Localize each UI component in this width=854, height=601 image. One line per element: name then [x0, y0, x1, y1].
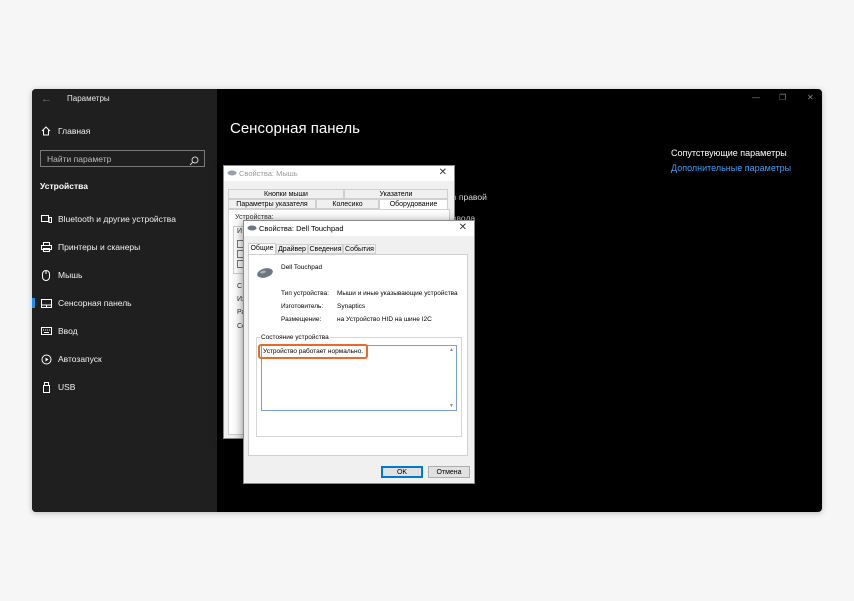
additional-settings-link[interactable]: Дополнительные параметры: [671, 163, 791, 173]
sidebar-item-label: Сенсорная панель: [58, 298, 132, 308]
tab-events[interactable]: События: [343, 244, 376, 254]
tab-pointer-options[interactable]: Параметры указателя: [228, 199, 316, 209]
sidebar-item-typing[interactable]: Ввод: [32, 320, 217, 342]
search-icon: [189, 153, 199, 171]
sidebar-item-mouse[interactable]: Мышь: [32, 264, 217, 286]
touchpad-device-icon: [247, 225, 257, 233]
scroll-down-icon[interactable]: ▼: [449, 403, 454, 409]
tab-driver[interactable]: Драйвер: [276, 244, 308, 254]
back-arrow-icon[interactable]: ←: [41, 93, 52, 105]
sidebar-item-home[interactable]: Главная: [32, 120, 217, 142]
home-icon: [39, 126, 53, 136]
props-fragment: С: [237, 283, 243, 290]
printer-icon: [39, 242, 53, 252]
keyboard-icon: [39, 327, 53, 335]
sidebar-item-label: Главная: [58, 126, 91, 136]
touchpad-device-icon: [256, 267, 274, 281]
sidebar-item-label: Мышь: [58, 270, 83, 280]
tab-general[interactable]: Общие: [248, 243, 276, 254]
tab-buttons[interactable]: Кнопки мыши: [228, 189, 344, 199]
status-label: Состояние устройства: [260, 334, 330, 341]
obscured-text-1: в правой: [452, 192, 487, 202]
ok-button[interactable]: OK: [381, 466, 423, 478]
close-icon[interactable]: ✕: [459, 222, 467, 233]
title-bar: Свойства: Dell Touchpad ✕: [244, 221, 474, 236]
scroll-up-icon[interactable]: ▲: [449, 347, 454, 353]
search-input[interactable]: Найти параметр: [40, 150, 205, 167]
sidebar: ← Параметры Главная Найти параметр Устро…: [32, 89, 217, 512]
sidebar-item-touchpad[interactable]: Сенсорная панель: [32, 292, 217, 314]
page-title: Сенсорная панель: [230, 120, 360, 137]
usb-icon: [39, 381, 53, 393]
device-type-value: Мыши и иные указывающие устройства: [337, 290, 458, 297]
tab-pointers[interactable]: Указатели: [344, 189, 448, 199]
sidebar-item-autoplay[interactable]: Автозапуск: [32, 348, 217, 370]
dialog-title: Свойства: Мышь: [239, 169, 298, 178]
sidebar-item-label: Автозапуск: [58, 354, 102, 364]
dialog-title: Свойства: Dell Touchpad: [259, 224, 344, 233]
cancel-button[interactable]: Отмена: [428, 466, 470, 478]
close-icon[interactable]: ✕: [439, 167, 447, 178]
sidebar-item-label: Bluetooth и другие устройства: [58, 214, 176, 224]
tab-details[interactable]: Сведения: [308, 244, 343, 254]
status-highlight: [258, 344, 368, 359]
close-button[interactable]: ✕: [807, 93, 814, 102]
sidebar-item-printers[interactable]: Принтеры и сканеры: [32, 236, 217, 258]
mouse-icon: [39, 269, 53, 281]
mouse-icon: [227, 170, 237, 178]
touchpad-properties-dialog: Свойства: Dell Touchpad ✕ Общие Драйвер …: [243, 220, 475, 484]
bluetooth-devices-icon: [39, 214, 53, 224]
autoplay-icon: [39, 354, 53, 365]
section-title: Устройства: [40, 181, 88, 191]
sidebar-item-label: Принтеры и сканеры: [58, 242, 141, 252]
device-type-label: Тип устройства:: [281, 290, 329, 297]
minimize-button[interactable]: —: [752, 93, 760, 102]
sidebar-item-usb[interactable]: USB: [32, 376, 217, 398]
manufacturer-label: Изготовитель:: [281, 303, 324, 310]
tab-wheel[interactable]: Колесико: [316, 199, 379, 209]
list-header-fragment: И: [237, 228, 243, 235]
restore-button[interactable]: ❐: [779, 93, 786, 102]
search-placeholder: Найти параметр: [47, 154, 112, 164]
sidebar-item-label: USB: [58, 382, 76, 392]
title-bar: Свойства: Мышь ✕: [224, 166, 454, 181]
manufacturer-value: Synaptics: [337, 303, 366, 310]
tab-hardware[interactable]: Оборудование: [379, 199, 448, 209]
location-label: Размещение:: [281, 316, 322, 323]
app-title: Параметры: [67, 94, 110, 103]
location-value: на Устройство HID на шине I2C: [337, 316, 432, 323]
device-name: Dell Touchpad: [281, 264, 323, 271]
sidebar-item-bluetooth[interactable]: Bluetooth и другие устройства: [32, 208, 217, 230]
touchpad-icon: [39, 298, 53, 308]
related-settings-header: Сопутствующие параметры: [671, 148, 787, 158]
sidebar-item-label: Ввод: [58, 326, 78, 336]
